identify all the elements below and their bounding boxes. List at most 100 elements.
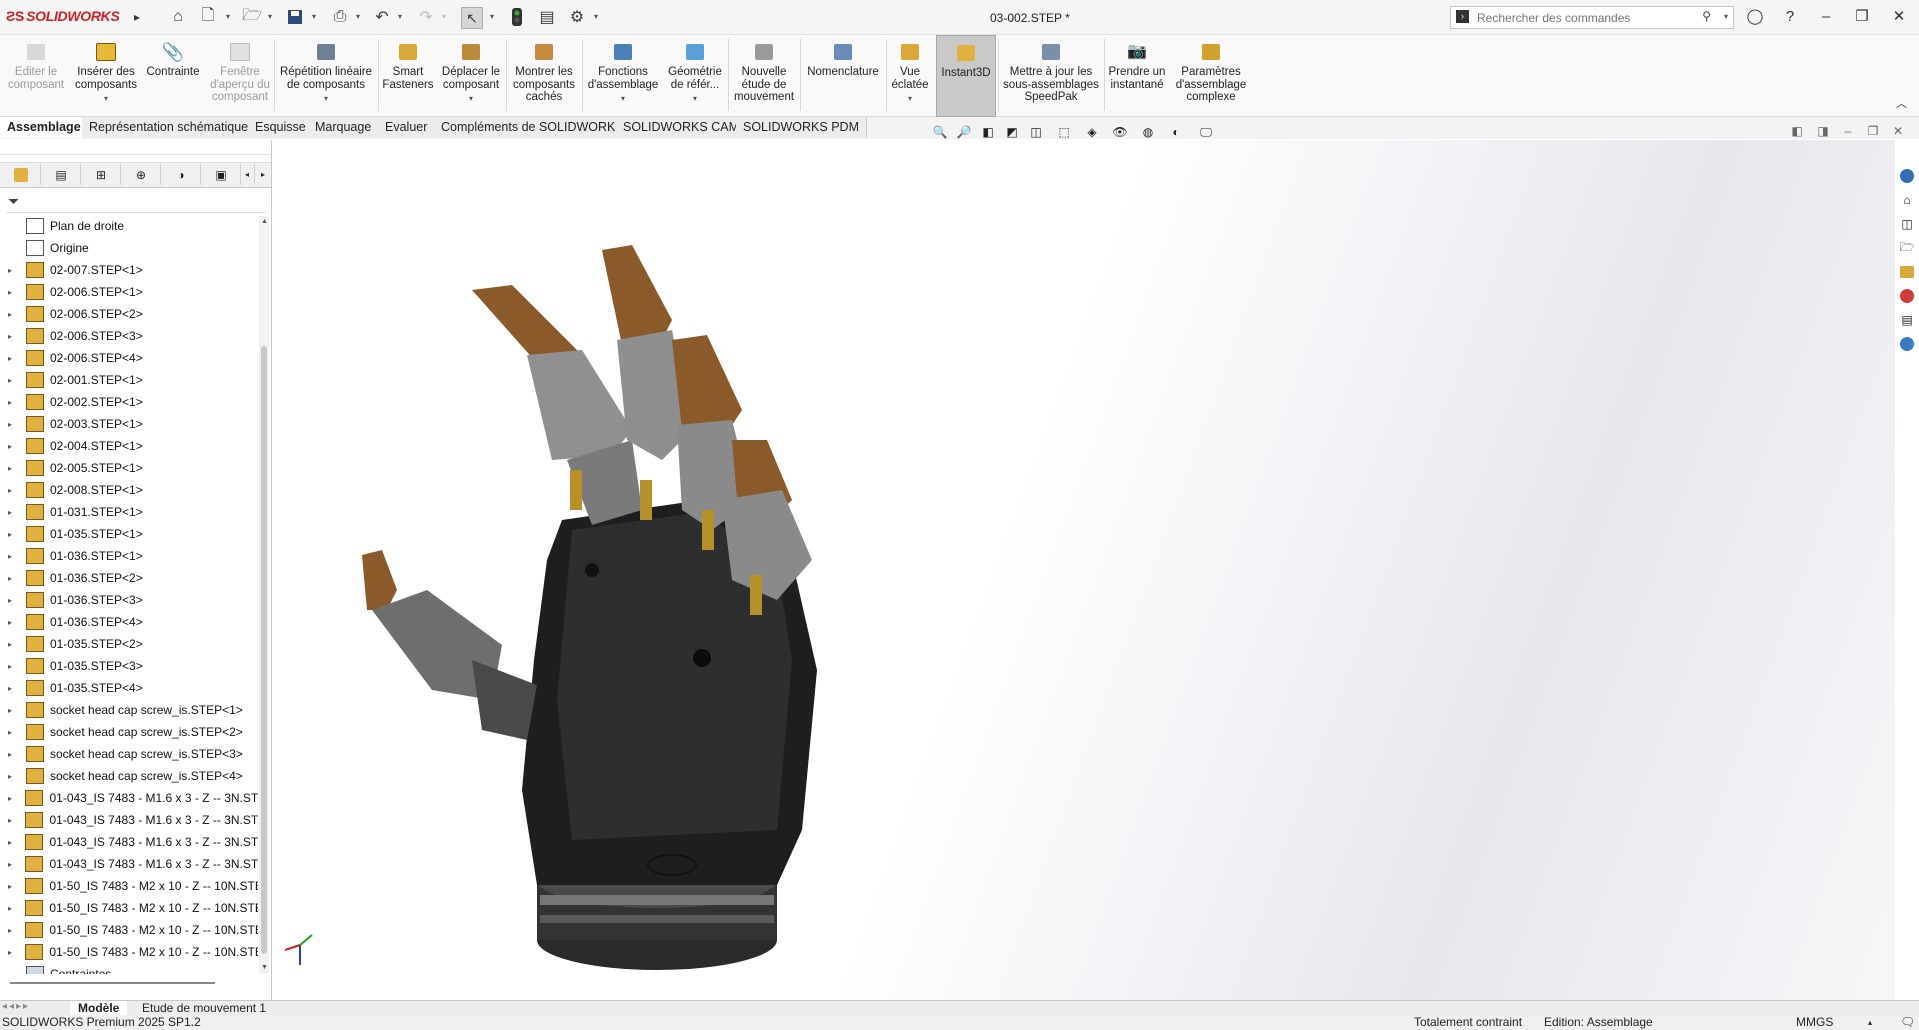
tab-motion-study[interactable]: Etude de mouvement 1 — [134, 1001, 274, 1016]
rebuild-traffic-light-icon[interactable] — [507, 7, 527, 27]
expand-arrow-icon[interactable]: ▸ — [8, 728, 18, 737]
tree-item[interactable]: ▸ 02-003.STEP<1> — [0, 414, 258, 434]
graphics-area[interactable] — [272, 140, 1895, 1008]
tab-solidworks-cam[interactable]: SOLIDWORKS CAM — [616, 117, 747, 138]
zoom-to-area-icon[interactable]: 🔎 — [954, 122, 974, 142]
zoom-to-fit-icon[interactable]: 🔍 — [930, 122, 950, 142]
expand-arrow-icon[interactable]: ▸ — [8, 904, 17, 913]
previous-view-icon[interactable]: ◧ — [978, 122, 998, 142]
tree-item[interactable]: ▸ 02-001.STEP<1> — [0, 370, 258, 390]
units-dropdown-icon[interactable]: ▴ — [1868, 1015, 1872, 1030]
take-snapshot-button[interactable]: 📷 Prendre un instantané — [1106, 35, 1168, 115]
expand-arrow-icon[interactable]: ▸ — [8, 794, 17, 803]
expand-arrow-icon[interactable]: ▸ — [8, 398, 18, 407]
home-task-icon[interactable]: ⌂ — [1897, 190, 1917, 210]
expand-arrow-icon[interactable]: ▸ — [8, 354, 18, 363]
home-icon[interactable]: ⌂ — [168, 7, 188, 27]
filter-funnel-icon[interactable]: ⏷ — [8, 193, 19, 210]
tree-vertical-scrollbar[interactable]: ▲ ▼ — [259, 216, 269, 974]
file-explorer-icon[interactable]: 🗁 — [1897, 238, 1917, 258]
print-dropdown-icon[interactable]: ▾ — [356, 12, 360, 21]
print-icon[interactable]: ⎙ — [330, 7, 350, 27]
viewport-close-icon[interactable]: ✕ — [1890, 124, 1906, 140]
expand-arrow-icon[interactable]: ▸ — [8, 750, 18, 759]
file-properties-icon[interactable]: ▤ — [537, 7, 557, 27]
scroll-down-icon[interactable]: ▼ — [261, 964, 268, 971]
expand-arrow-icon[interactable]: ▸ — [8, 376, 18, 385]
command-search[interactable]: › ⚲ ▾ — [1450, 6, 1734, 29]
tab-representation-schematique[interactable]: Représentation schématique — [82, 117, 257, 138]
robotic-hand-model[interactable] — [272, 140, 1895, 1008]
expand-arrow-icon[interactable]: ▸ — [8, 640, 18, 649]
tree-item[interactable]: Contraintes — [0, 964, 258, 974]
tree-item[interactable]: ▸ 01-031.STEP<1> — [0, 502, 258, 522]
linear-pattern-button[interactable]: Répétition linéaire de composants ▾ — [276, 35, 376, 115]
open-folder-icon[interactable]: 🗁 — [242, 7, 262, 27]
viewport-minimize-icon[interactable]: – — [1840, 124, 1856, 140]
reference-geometry-button[interactable]: Géométrie de référ... ▾ — [662, 35, 728, 115]
tree-item[interactable]: ▸ 01-035.STEP<3> — [0, 656, 258, 676]
configurationmanager-tab-icon[interactable]: ⊞ — [82, 164, 121, 185]
tree-item[interactable]: ▸ 01-50_IS 7483 - M2 x 10 - Z -- 10N.STEP — [0, 876, 258, 896]
status-units[interactable]: MMGS — [1796, 1015, 1833, 1030]
scroll-up-icon[interactable]: ▲ — [261, 218, 268, 225]
tab-assemblage[interactable]: Assemblage — [0, 117, 89, 138]
design-library-icon[interactable]: ◫ — [1897, 214, 1917, 234]
tree-item[interactable]: ▸ 01-043_IS 7483 - M1.6 x 3 - Z -- 3N.STE… — [0, 788, 258, 808]
tab-marquage[interactable]: Marquage — [308, 117, 380, 138]
tab-complements[interactable]: Compléments de SOLIDWORKS — [434, 117, 632, 138]
edit-appearance-icon[interactable]: ◍ — [1138, 122, 1158, 142]
tab-evaluer[interactable]: Evaluer — [378, 117, 436, 138]
expand-arrow-icon[interactable]: ▸ — [8, 926, 17, 935]
tabs-scroll-left-icon[interactable]: ◂ — [240, 164, 255, 185]
tree-item[interactable]: ▸ 01-043_IS 7483 - M1.6 x 3 - Z -- 3N.STE… — [0, 810, 258, 830]
large-assembly-settings-button[interactable]: Paramètres d'assemblage complexe — [1170, 35, 1252, 115]
expand-arrow-icon[interactable]: ▸ — [8, 486, 18, 495]
close-icon[interactable]: ✕ — [1886, 7, 1912, 27]
display-style-icon[interactable]: ◈ — [1082, 122, 1102, 142]
options-gear-icon[interactable]: ⚙ — [567, 7, 587, 27]
insert-components-dropdown-icon[interactable]: ▾ — [104, 93, 108, 106]
tree-item[interactable]: ▸ 01-50_IS 7483 - M2 x 10 - Z -- 10N.STEP — [0, 920, 258, 940]
tree-item[interactable]: ▸ 01-035.STEP<1> — [0, 524, 258, 544]
panel-resize-handle[interactable] — [0, 140, 271, 155]
expand-arrow-icon[interactable]: ▸ — [8, 860, 17, 869]
tree-item[interactable]: ▸ 02-004.STEP<1> — [0, 436, 258, 456]
solidworks-resources-icon[interactable] — [1897, 166, 1917, 186]
solidworks-logo[interactable]: ƧS SOLIDWORKS — [6, 8, 120, 24]
expand-arrow-icon[interactable]: ▸ — [8, 838, 17, 847]
tree-item[interactable]: ▸ 01-036.STEP<2> — [0, 568, 258, 588]
view-orientation-icon[interactable]: ⬚ — [1054, 122, 1074, 142]
linear-pattern-dropdown-icon[interactable]: ▾ — [324, 93, 328, 106]
expand-arrow-icon[interactable]: ▸ — [8, 882, 17, 891]
tree-item[interactable]: ▸ socket head cap screw_is.STEP<2> — [0, 722, 258, 742]
displaymanager-tab-icon[interactable]: ◑ — [162, 164, 201, 185]
help-icon[interactable]: ? — [1777, 7, 1803, 27]
hide-show-items-icon[interactable]: 👁 — [1110, 122, 1130, 142]
tab-navigation-arrows-icon[interactable]: ◂◂▸▸ — [2, 1001, 30, 1012]
exploded-view-button[interactable]: Vue éclatée ▾ — [888, 35, 932, 115]
tree-item[interactable]: ▸ 01-035.STEP<2> — [0, 634, 258, 654]
reference-geometry-dropdown-icon[interactable]: ▾ — [693, 93, 697, 106]
search-input[interactable] — [1475, 9, 1699, 26]
mate-button[interactable]: 📎 Contrainte — [142, 35, 204, 115]
solidworks-forum-icon[interactable] — [1897, 334, 1917, 354]
bom-button[interactable]: Nomenclature — [802, 35, 884, 115]
camfeaturemanager-tab-icon[interactable]: ▣ — [202, 164, 241, 185]
move-component-button[interactable]: Déplacer le composant ▾ — [438, 35, 504, 115]
tab-solidworks-pdm[interactable]: SOLIDWORKS PDM — [736, 117, 867, 138]
assembly-features-button[interactable]: Fonctions d'assemblage ▾ — [584, 35, 662, 115]
custom-properties-icon[interactable]: ▤ — [1897, 310, 1917, 330]
tab-esquisse[interactable]: Esquisse — [248, 117, 314, 138]
smart-fasteners-button[interactable]: Smart Fasteners — [380, 35, 436, 115]
instant3d-button[interactable]: Instant3D — [936, 35, 996, 117]
tree-item[interactable]: ▸ socket head cap screw_is.STEP<1> — [0, 700, 258, 720]
viewport-maximize-icon[interactable]: ❐ — [1865, 124, 1881, 140]
select-pointer-icon[interactable]: ↖ — [461, 7, 483, 29]
options-dropdown-icon[interactable]: ▾ — [594, 12, 598, 21]
undo-icon[interactable]: ↶ — [372, 7, 392, 27]
tabs-scroll-right-icon[interactable]: ▸ — [256, 164, 270, 185]
apply-scene-icon[interactable]: ◐ — [1166, 122, 1186, 142]
collapse-ribbon-icon[interactable]: ︿ — [1896, 95, 1907, 111]
insert-components-button[interactable]: Insérer des composants ▾ — [72, 35, 140, 115]
